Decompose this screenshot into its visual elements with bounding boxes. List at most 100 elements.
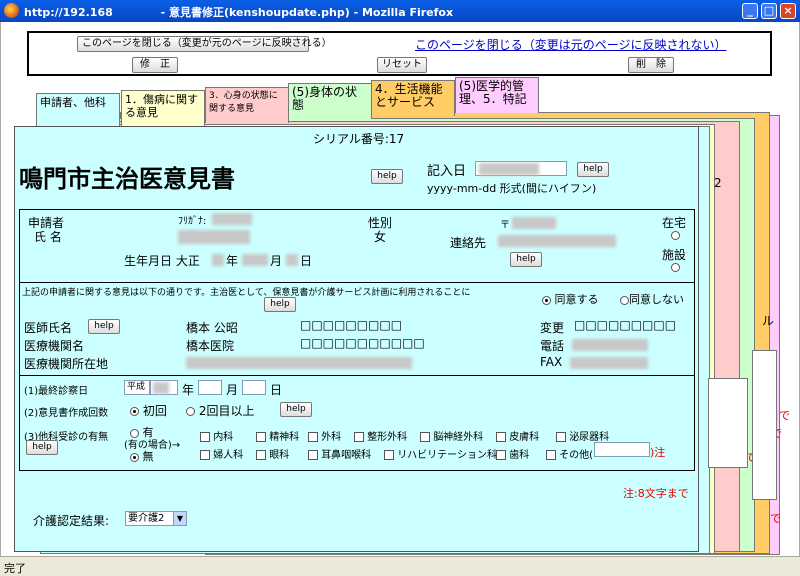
- reset-button[interactable]: リセット: [377, 57, 427, 73]
- consent-yes[interactable]: 同意する: [542, 291, 599, 307]
- home-label: 在宅: [662, 216, 687, 230]
- tab-medical[interactable]: (5)医学的管理、5．特記: [455, 77, 539, 113]
- stack-peek-1: 2: [714, 176, 722, 190]
- dept-psychiatry[interactable]: 精神科: [256, 428, 299, 443]
- dept-dermatology[interactable]: 皮膚科: [496, 428, 539, 443]
- stack-peek-7: で: [770, 512, 781, 525]
- stack-peek-2: ル: [762, 314, 775, 328]
- address-label: 医療機関所在地: [24, 357, 109, 371]
- address-value: [186, 357, 412, 369]
- applicant-name: [178, 230, 250, 244]
- exam-day-input[interactable]: [242, 380, 266, 395]
- help-button-contact[interactable]: help: [510, 252, 542, 267]
- care-level-value: 要介護2: [128, 513, 165, 524]
- contact-label: 連絡先: [450, 236, 487, 250]
- facility-radio[interactable]: [671, 263, 680, 272]
- consent-text: 上記の申請者に関する意見は以下の通りです。主治医として、保意見書が介護サービス計…: [22, 288, 471, 298]
- help-button-date[interactable]: help: [577, 162, 609, 177]
- dept-other[interactable]: その他(: [546, 446, 593, 461]
- opinion-form: シリアル番号:17 鳴門市主治医意見書 help 記入日 help yyyy-m…: [14, 126, 699, 552]
- dept-rehab[interactable]: リハビリテーション科: [384, 446, 497, 461]
- help-button-doctor[interactable]: help: [88, 319, 120, 334]
- institution-name: 橋本医院: [186, 339, 235, 353]
- questions-section: (1)最終診察日 平成 年 月 日 (2)意見書作成回数 初回 2回目以上 he…: [19, 375, 695, 471]
- help-button-consent[interactable]: help: [264, 297, 296, 312]
- window-titlebar: http://192.168 - 意見書修正(kenshoupdate.php)…: [0, 0, 800, 22]
- fax-label: FAX: [540, 355, 563, 369]
- dept-neurosurgery[interactable]: 脳神経外科: [420, 428, 483, 443]
- change-boxes: □□□□□□□□□: [574, 318, 677, 332]
- day-label: 日: [300, 254, 313, 268]
- minimize-button[interactable]: _: [742, 3, 758, 19]
- tab-mental[interactable]: 3．心身の状態に関する意見: [205, 87, 289, 123]
- date-format-hint: yyyy-mm-dd 形式(間にハイフン): [427, 182, 597, 195]
- other-dept-input[interactable]: [594, 442, 650, 457]
- other-note-mark: )注: [650, 446, 666, 459]
- doctor-label: 医師氏名: [24, 321, 73, 335]
- status-text: 完了: [4, 562, 26, 575]
- tel-value: [572, 339, 648, 351]
- date-label: 記入日: [427, 164, 467, 179]
- q1-label: (1)最終診察日: [24, 386, 89, 397]
- tab-applicant[interactable]: 申請者、他科: [36, 93, 120, 127]
- dept-dental[interactable]: 歯科: [496, 446, 529, 461]
- q2-second-radio[interactable]: 2回目以上: [186, 402, 254, 419]
- char-limit-note: 注:8文字まで: [623, 487, 689, 500]
- applicant-section: 申請者 氏 名 ﾌﾘｶﾞﾅ: 性別 女 〒 連絡先 help 在宅 施設 生年月…: [19, 209, 695, 283]
- top-control-box: このページを閉じる（変更が元のページに反映される） このページを閉じる（変更は元…: [27, 31, 772, 76]
- dept-orthopedics[interactable]: 整形外科: [354, 428, 407, 443]
- firefox-icon: [4, 3, 19, 18]
- dept-ophthalmology[interactable]: 眼科: [256, 446, 289, 461]
- doctor-name: 橋本 公昭: [186, 321, 238, 335]
- exam-year-label: 年: [182, 383, 195, 397]
- dept-internal[interactable]: 内科: [200, 428, 233, 443]
- tab-injury[interactable]: 1．傷病に関する意見: [121, 90, 205, 126]
- birth-month: [242, 254, 268, 266]
- stack-inner-box: [708, 378, 748, 468]
- exam-year-input[interactable]: [150, 380, 178, 395]
- consent-no[interactable]: 同意しない: [620, 291, 684, 307]
- home-radio[interactable]: [671, 231, 680, 240]
- postal-mark: 〒: [500, 220, 510, 231]
- help-button-q2[interactable]: help: [280, 402, 312, 417]
- month-label: 月: [270, 254, 283, 268]
- q3-no-radio[interactable]: 無: [130, 448, 154, 464]
- tab-body[interactable]: (5)身体の状態: [288, 83, 372, 119]
- dept-surgery[interactable]: 外科: [308, 428, 341, 443]
- birth-year: [212, 254, 224, 266]
- delete-button[interactable]: 削 除: [628, 57, 674, 73]
- close-reflect-button[interactable]: このページを閉じる（変更が元のページに反映される）: [77, 36, 332, 52]
- serial-number: シリアル番号:17: [313, 132, 405, 146]
- exam-month-label: 月: [226, 383, 239, 397]
- care-level-select[interactable]: 要介護2 ▼: [125, 511, 187, 526]
- close-button[interactable]: ×: [780, 3, 796, 19]
- chevron-down-icon[interactable]: ▼: [173, 512, 186, 525]
- fix-button[interactable]: 修 正: [132, 57, 178, 73]
- q2-label: (2)意見書作成回数: [24, 408, 109, 419]
- exam-day-label: 日: [270, 383, 283, 397]
- q2-first-radio[interactable]: 初回: [130, 402, 167, 419]
- form-title: 鳴門市主治医意見書: [19, 165, 235, 193]
- year-label: 年: [226, 254, 239, 268]
- era-input[interactable]: 平成: [124, 380, 150, 395]
- dept-ent[interactable]: 耳鼻咽喉科: [308, 446, 371, 461]
- dept-gynecology[interactable]: 婦人科: [200, 446, 243, 461]
- window-title: http://192.168 - 意見書修正(kenshoupdate.php)…: [24, 6, 454, 19]
- institution-boxes: □□□□□□□□□□□: [300, 336, 425, 350]
- institution-label: 医療機関名: [24, 339, 85, 353]
- close-noreflect-link[interactable]: このページを閉じる（変更は元のページに反映されない）: [415, 36, 727, 53]
- help-button-title[interactable]: help: [371, 169, 403, 184]
- maximize-button[interactable]: □: [761, 3, 777, 19]
- dept-urology[interactable]: 泌尿器科: [556, 428, 609, 443]
- name-label: 氏 名: [34, 230, 62, 244]
- tab-life[interactable]: 4．生活機能とサービス: [371, 80, 455, 116]
- date-input[interactable]: [475, 161, 567, 176]
- facility-label: 施設: [662, 248, 687, 262]
- contact-address: [498, 235, 616, 247]
- exam-month-input[interactable]: [198, 380, 222, 395]
- furigana-label: ﾌﾘｶﾞﾅ:: [178, 216, 207, 227]
- stack-inner-box-2: [752, 350, 777, 500]
- birth-day: [286, 254, 298, 266]
- postal-code: [512, 217, 556, 229]
- help-button-q3[interactable]: help: [26, 440, 58, 455]
